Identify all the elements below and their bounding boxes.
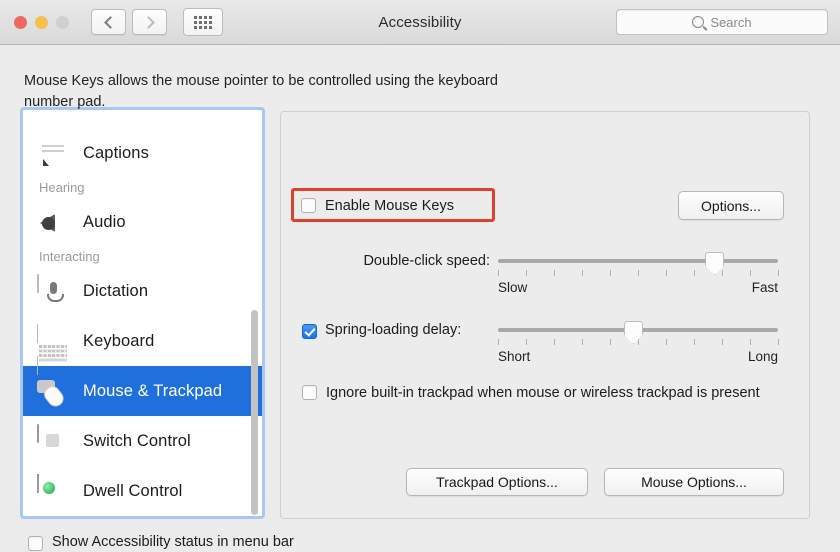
ignore-builtin-trackpad-label: Ignore built-in trackpad when mouse or w… xyxy=(326,384,760,403)
spring-loading-delay-slider[interactable]: Short Long xyxy=(498,328,778,332)
checkbox-box xyxy=(302,385,317,400)
slider-ticks xyxy=(498,339,778,345)
window-content: Captions Hearing Audio Interacting Dicta… xyxy=(0,45,840,500)
show-all-button[interactable] xyxy=(183,8,223,36)
sidebar-group-hearing: Hearing xyxy=(23,180,262,195)
slider-end-labels: Slow Fast xyxy=(498,280,778,295)
mouse-keys-description: Mouse Keys allows the mouse pointer to b… xyxy=(24,71,506,113)
slider-max-label: Fast xyxy=(752,280,778,295)
audio-icon xyxy=(37,206,69,238)
enable-mouse-keys-checkbox[interactable]: Enable Mouse Keys xyxy=(301,197,454,216)
slider-min-label: Slow xyxy=(498,280,527,295)
system-preferences-window: Accessibility Search Captions Hearing xyxy=(0,0,840,500)
close-button[interactable] xyxy=(14,16,27,29)
sidebar-item-label: Captions xyxy=(83,144,149,163)
grid-icon xyxy=(194,16,212,29)
mouse-trackpad-icon xyxy=(37,375,69,407)
sidebar-item-dwell-control[interactable]: Dwell Control xyxy=(23,466,262,516)
enable-mouse-keys-label: Enable Mouse Keys xyxy=(325,197,454,216)
navigation-buttons xyxy=(91,9,167,35)
slider-end-labels: Short Long xyxy=(498,349,778,364)
sidebar-item-audio[interactable]: Audio xyxy=(23,197,262,247)
trackpad-options-button[interactable]: Trackpad Options... xyxy=(406,468,588,496)
sidebar-group-interacting: Interacting xyxy=(23,249,262,264)
show-accessibility-status-label: Show Accessibility status in menu bar xyxy=(52,533,294,552)
window-titlebar: Accessibility Search xyxy=(0,0,840,45)
slider-min-label: Short xyxy=(498,349,530,364)
checkbox-box xyxy=(28,536,43,551)
checkbox-box xyxy=(302,324,317,339)
zoom-button xyxy=(56,16,69,29)
double-click-speed-label: Double-click speed: xyxy=(330,253,490,269)
sidebar-item-captions[interactable]: Captions xyxy=(23,128,262,178)
sidebar-item-label: Switch Control xyxy=(83,432,191,451)
slider-track xyxy=(498,259,778,263)
spring-loading-delay-label: Spring-loading delay: xyxy=(325,321,461,340)
show-accessibility-status-checkbox[interactable]: Show Accessibility status in menu bar xyxy=(28,533,294,552)
chevron-right-icon xyxy=(142,16,155,29)
dwell-control-icon xyxy=(37,475,69,507)
sidebar-scrollbar[interactable] xyxy=(251,310,258,515)
slider-ticks xyxy=(498,270,778,276)
traffic-light-group xyxy=(14,16,69,29)
sidebar-item-label: Mouse & Trackpad xyxy=(83,382,222,401)
forward-button xyxy=(132,9,167,35)
sidebar-item-keyboard[interactable]: Keyboard xyxy=(23,316,262,366)
slider-max-label: Long xyxy=(748,349,778,364)
search-icon xyxy=(692,16,704,28)
sidebar-item-switch-control[interactable]: Switch Control xyxy=(23,416,262,466)
options-button[interactable]: Options... xyxy=(678,191,784,220)
sidebar-item-label: Keyboard xyxy=(83,332,154,351)
sidebar-list: Captions Hearing Audio Interacting Dicta… xyxy=(23,110,262,516)
search-placeholder: Search xyxy=(710,15,751,30)
spring-loading-delay-checkbox[interactable]: Spring-loading delay: xyxy=(302,321,461,340)
double-click-speed-slider[interactable]: Slow Fast xyxy=(498,259,778,263)
accessibility-category-sidebar: Captions Hearing Audio Interacting Dicta… xyxy=(20,107,265,519)
minimize-button[interactable] xyxy=(35,16,48,29)
switch-control-icon xyxy=(37,425,69,457)
checkbox-box xyxy=(301,198,316,213)
chevron-left-icon xyxy=(104,16,117,29)
mouse-trackpad-settings-panel xyxy=(280,111,810,519)
keyboard-icon xyxy=(37,325,69,357)
captions-icon xyxy=(37,137,69,169)
sidebar-item-dictation[interactable]: Dictation xyxy=(23,266,262,316)
sidebar-item-label: Audio xyxy=(83,213,126,232)
sidebar-item-label: Dwell Control xyxy=(83,482,182,501)
ignore-builtin-trackpad-checkbox[interactable]: Ignore built-in trackpad when mouse or w… xyxy=(302,384,772,403)
sidebar-item-label: Dictation xyxy=(83,282,148,301)
back-button[interactable] xyxy=(91,9,126,35)
sidebar-item-mouse-trackpad[interactable]: Mouse & Trackpad xyxy=(23,366,262,416)
dictation-icon xyxy=(37,275,69,307)
search-input[interactable]: Search xyxy=(616,9,828,35)
mouse-options-button[interactable]: Mouse Options... xyxy=(604,468,784,496)
